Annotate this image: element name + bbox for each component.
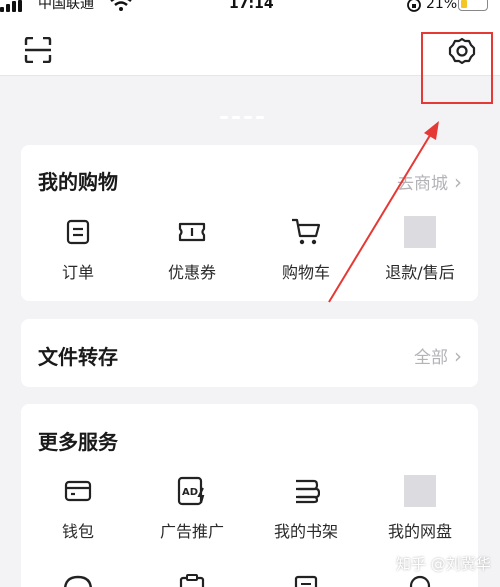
annotation-arrow <box>328 121 439 303</box>
watermark: 知乎 @刘冀华 <box>396 553 491 574</box>
watermark-text: 知乎 @刘冀华 <box>396 555 491 573</box>
